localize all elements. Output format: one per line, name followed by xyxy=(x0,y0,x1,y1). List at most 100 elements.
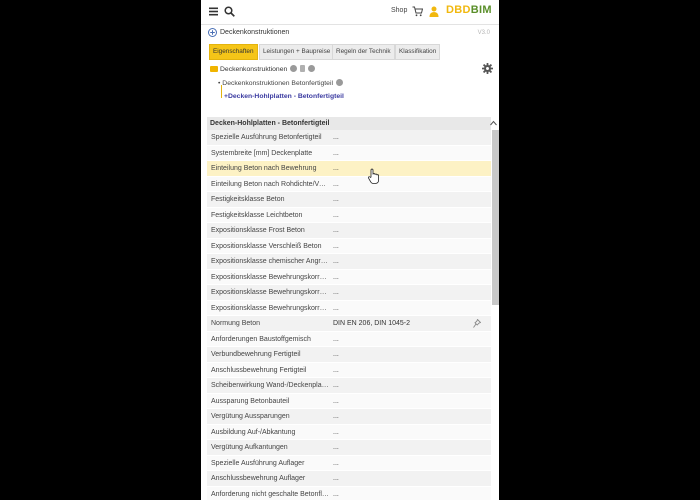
globe-icon[interactable] xyxy=(308,65,316,72)
property-row[interactable]: Vergütung Aufkantungen... xyxy=(207,440,491,456)
property-row[interactable]: Anforderung nicht geschalte Betonfläche.… xyxy=(207,486,491,500)
property-row[interactable]: Verbundbewehrung Fertigteil... xyxy=(207,347,491,363)
top-bar: Shop DBDBIM xyxy=(201,0,499,25)
property-label: Einteilung Beton nach Rohdichte/Verwen..… xyxy=(211,180,329,188)
property-label: Normung Beton xyxy=(211,320,261,327)
property-row[interactable]: Ausbildung Auf-/Abkantung... xyxy=(207,424,491,441)
property-row[interactable]: Aussparung Betonbauteil... xyxy=(207,393,491,410)
page-title: Deckenkonstruktionen xyxy=(220,29,290,36)
scrollbar[interactable] xyxy=(492,130,499,305)
property-row[interactable]: Expositionsklasse Bewehrungskorrosion...… xyxy=(207,269,491,286)
user-icon[interactable] xyxy=(429,6,439,17)
property-row[interactable]: Spezielle Ausführung Auflager... xyxy=(207,455,491,472)
property-value[interactable]: ... xyxy=(333,146,339,162)
property-label: Einteilung Beton nach Bewehrung xyxy=(211,165,317,172)
property-row[interactable]: Einteilung Beton nach Bewehrung... xyxy=(207,161,491,177)
property-value[interactable]: ... xyxy=(333,378,339,394)
property-value[interactable]: ... xyxy=(333,425,339,441)
property-value[interactable]: ... xyxy=(333,347,339,363)
property-label: Expositionsklasse Bewehrungskorrosion... xyxy=(211,304,329,312)
folder-icon xyxy=(210,66,218,72)
property-value[interactable]: ... xyxy=(333,332,339,348)
property-row[interactable]: Vergütung Aussparungen... xyxy=(207,409,491,425)
tree-item-selected[interactable]: +Decken-Hohlplatten - Betonfertigteil xyxy=(224,93,344,100)
property-label: Expositionsklasse Bewehrungskorrosion... xyxy=(211,289,329,296)
property-value[interactable]: ... xyxy=(333,239,339,255)
caret-up-icon[interactable] xyxy=(490,120,497,126)
property-label: Spezielle Ausführung Betonfertigteil xyxy=(211,134,322,141)
property-row[interactable]: Spezielle Ausführung Betonfertigteil... xyxy=(207,130,491,146)
property-value[interactable]: ... xyxy=(333,130,339,146)
property-value[interactable]: ... xyxy=(333,487,339,500)
property-label: Verbundbewehrung Fertigteil xyxy=(211,351,301,358)
property-label: Expositionsklasse Frost Beton xyxy=(211,227,305,234)
tree-connector xyxy=(221,85,222,98)
add-circle-icon[interactable] xyxy=(208,28,217,37)
dbdbim-logo[interactable]: DBDBIM xyxy=(446,4,492,16)
property-row[interactable]: Normung Beton DIN EN 206, DIN 1045-2 xyxy=(207,316,491,332)
property-value[interactable]: ... xyxy=(333,208,339,224)
property-value[interactable]: ... xyxy=(333,440,339,456)
hand-cursor-icon xyxy=(368,168,379,184)
property-value[interactable]: ... xyxy=(333,192,339,208)
search-icon[interactable] xyxy=(224,6,235,17)
shop-link[interactable]: Shop xyxy=(391,7,407,14)
property-label: Expositionsklasse Verschleiß Beton xyxy=(211,242,322,250)
property-value[interactable]: ... xyxy=(333,394,339,410)
property-label: Scheibenwirkung Wand-/Deckenplatte xyxy=(211,382,329,389)
property-label: Aussparung Betonbauteil xyxy=(211,397,290,405)
property-label: Vergütung Aufkantungen xyxy=(211,444,288,451)
section-header: Decken-Hohlplatten - Betonfertigteil xyxy=(207,117,497,130)
property-value[interactable]: ... xyxy=(333,471,339,487)
property-value[interactable]: DIN EN 206, DIN 1045-2 xyxy=(333,316,410,332)
bookmark-icon[interactable] xyxy=(300,65,306,72)
property-value[interactable]: ... xyxy=(333,254,339,270)
info-icon[interactable] xyxy=(290,65,298,72)
property-value[interactable]: ... xyxy=(333,409,339,425)
property-row[interactable]: Anforderungen Baustoffgemisch... xyxy=(207,331,491,348)
pin-icon[interactable] xyxy=(473,319,481,328)
property-label: Anforderungen Baustoffgemisch xyxy=(211,335,311,343)
property-row[interactable]: Systembreite [mm] Deckenplatte... xyxy=(207,145,491,162)
property-value[interactable]: ... xyxy=(333,161,339,177)
property-label: Expositionsklasse chemischer Angriff Bet… xyxy=(211,258,329,265)
tree-item-root[interactable]: Deckenkonstruktionen xyxy=(210,65,316,73)
property-value[interactable]: ... xyxy=(333,177,339,193)
property-value[interactable]: ... xyxy=(333,363,339,379)
property-row[interactable]: Einteilung Beton nach Rohdichte/Verwen..… xyxy=(207,176,491,193)
property-row[interactable]: Anschlussbewehrung Fertigteil... xyxy=(207,362,491,379)
property-row[interactable]: Festigkeitsklasse Beton... xyxy=(207,192,491,208)
property-label: Ausbildung Auf-/Abkantung xyxy=(211,428,296,436)
tab-eigenschaften[interactable]: Eigenschaften xyxy=(209,44,258,60)
cart-icon[interactable] xyxy=(412,6,423,17)
property-row[interactable]: Festigkeitsklasse Leichtbeton... xyxy=(207,207,491,224)
property-list: Spezielle Ausführung Betonfertigteil... S… xyxy=(207,130,491,500)
property-label: Anschlussbewehrung Fertigteil xyxy=(211,366,307,374)
property-row[interactable]: Scheibenwirkung Wand-/Deckenplatte... xyxy=(207,378,491,394)
property-value[interactable]: ... xyxy=(333,223,339,239)
property-label: Festigkeitsklasse Leichtbeton xyxy=(211,211,303,219)
property-value[interactable]: ... xyxy=(333,301,339,317)
tab-bar: Eigenschaften Leistungen + Baupreise Reg… xyxy=(209,44,499,61)
property-row[interactable]: Expositionsklasse Bewehrungskorrosion...… xyxy=(207,300,491,317)
tab-leistungen-baupreise[interactable]: Leistungen + Baupreise xyxy=(259,44,335,60)
property-row[interactable]: Anschlussbewehrung Auflager... xyxy=(207,471,491,487)
property-label: Anforderung nicht geschalte Betonfläche xyxy=(211,490,329,498)
property-value[interactable]: ... xyxy=(333,456,339,472)
property-row[interactable]: Expositionsklasse chemischer Angriff Bet… xyxy=(207,254,491,270)
gear-icon[interactable] xyxy=(482,63,493,74)
property-row[interactable]: Expositionsklasse Bewehrungskorrosion...… xyxy=(207,285,491,301)
property-label: Festigkeitsklasse Beton xyxy=(211,196,285,203)
property-value[interactable]: ... xyxy=(333,285,339,301)
version-label: V3.0 xyxy=(477,30,490,36)
tab-regeln-der-technik[interactable]: Regeln der Technik xyxy=(332,44,395,60)
title-bar: Deckenkonstruktionen V3.0 xyxy=(201,25,499,43)
tab-klassifikation[interactable]: Klassifikation xyxy=(395,44,441,60)
property-row[interactable]: Expositionsklasse Frost Beton... xyxy=(207,223,491,239)
info-icon[interactable] xyxy=(335,79,343,86)
hamburger-menu-icon[interactable] xyxy=(209,7,218,16)
property-label: Anschlussbewehrung Auflager xyxy=(211,475,306,482)
tree-item-child[interactable]: • Deckenkonstruktionen Betonfertigteil xyxy=(218,79,343,87)
property-value[interactable]: ... xyxy=(333,270,339,286)
property-row[interactable]: Expositionsklasse Verschleiß Beton... xyxy=(207,238,491,255)
